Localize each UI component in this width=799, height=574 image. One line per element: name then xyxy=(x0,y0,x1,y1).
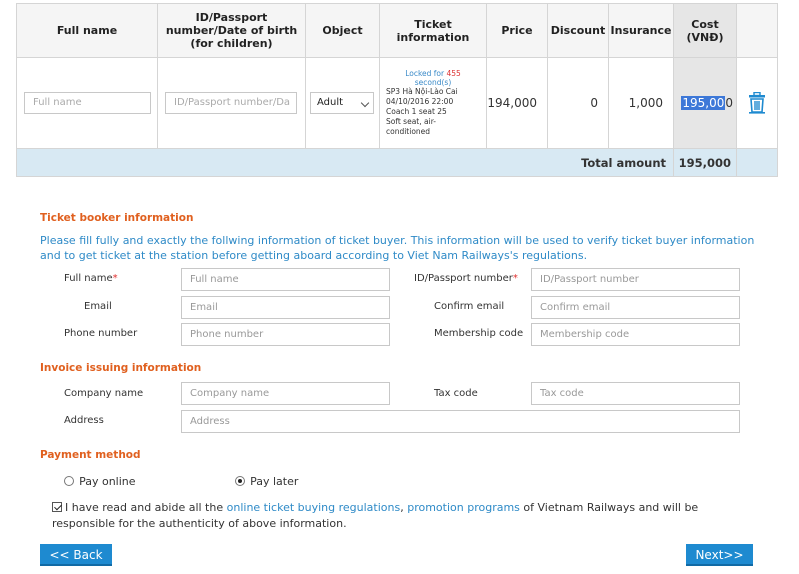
pay-later-option[interactable]: Pay later xyxy=(235,470,298,489)
header-cost-line2: (VNĐ) xyxy=(686,30,724,44)
ticket-table: Full name ID/Passport number/Date of bir… xyxy=(16,3,778,177)
agreement-text: I have read and abide all the online tic… xyxy=(52,500,752,532)
header-full-name: Full name xyxy=(16,3,158,58)
total-row: Total amount 195,000 xyxy=(16,148,778,177)
total-value: 195,000 xyxy=(673,148,737,177)
ticket-train: SP3 Hà Nội-Lào Cai xyxy=(386,87,458,96)
header-cost-line1: Cost xyxy=(691,17,719,31)
payment-section-title: Payment method xyxy=(40,449,141,461)
required-mark: * xyxy=(512,273,518,284)
invoice-section-title: Invoice issuing information xyxy=(40,362,202,374)
agreement-checkbox[interactable] xyxy=(52,502,62,512)
lock-text1: Locked for xyxy=(405,69,445,78)
cell-price: 194,000 xyxy=(486,57,548,149)
lock-timer: Locked for 455 second(s) xyxy=(380,69,486,87)
cost-rest-text: 0 xyxy=(725,96,733,110)
booker-email-label: Email xyxy=(84,301,112,312)
pay-later-radio[interactable] xyxy=(235,475,245,486)
header-id-line1: ID/Passport xyxy=(195,11,268,24)
cell-discount: 0 xyxy=(547,57,609,149)
object-select-value: Adult xyxy=(317,97,344,108)
booker-phone-label: Phone number xyxy=(64,328,138,339)
chevron-down-icon xyxy=(360,98,370,108)
trash-icon[interactable] xyxy=(747,92,767,114)
invoice-address-input[interactable]: Address xyxy=(181,410,740,433)
total-label: Total amount xyxy=(16,148,674,177)
header-id-line2: number/Date of birth xyxy=(165,24,298,37)
ticket-details: SP3 Hà Nội-Lào Cai 04/10/2016 22:00 Coac… xyxy=(380,87,486,137)
invoice-address-label: Address xyxy=(64,415,104,426)
passenger-full-name-input[interactable]: Full name xyxy=(24,92,151,114)
booker-membership-input[interactable]: Membership code xyxy=(531,323,740,346)
back-button[interactable]: << Back xyxy=(40,544,112,566)
cell-ticket-info: Locked for 455 second(s) SP3 Hà Nội-Lào … xyxy=(379,57,487,149)
invoice-tax-label: Tax code xyxy=(434,388,478,399)
invoice-tax-input[interactable]: Tax code xyxy=(531,382,740,405)
cell-id: ID/Passport number/Da xyxy=(157,57,306,149)
header-object: Object xyxy=(305,3,380,58)
header-ticket-info: Ticket information xyxy=(379,3,487,58)
booker-phone-input[interactable]: Phone number xyxy=(181,323,390,346)
regulations-link[interactable]: online ticket buying regulations xyxy=(227,501,401,514)
booker-confirm-email-label: Confirm email xyxy=(434,301,505,312)
cell-full-name: Full name xyxy=(16,57,158,149)
cost-selected-text: 195,00 xyxy=(681,96,726,110)
ticket-seat-type1: Soft seat, air- xyxy=(386,117,436,126)
cell-cost: 195,000 xyxy=(673,57,737,149)
cell-insurance: 1,000 xyxy=(608,57,674,149)
ticket-coach-seat: Coach 1 seat 25 xyxy=(386,107,447,116)
header-discount: Discount xyxy=(547,3,609,58)
pay-online-option[interactable]: Pay online xyxy=(64,470,136,489)
header-ticket-line2: information xyxy=(396,30,470,44)
lock-text2: second(s) xyxy=(414,78,452,87)
ticket-datetime: 04/10/2016 22:00 xyxy=(386,97,454,106)
invoice-company-input[interactable]: Company name xyxy=(181,382,390,405)
pay-later-label[interactable]: Pay later xyxy=(250,475,298,488)
header-delete xyxy=(736,3,778,58)
header-insurance: Insurance xyxy=(608,3,674,58)
booker-confirm-email-input[interactable]: Confirm email xyxy=(531,296,740,319)
booker-description: Please fill fully and exactly the follwi… xyxy=(40,234,755,262)
booker-email-input[interactable]: Email xyxy=(181,296,390,319)
total-empty-cell xyxy=(736,148,778,177)
lock-seconds: 455 xyxy=(446,69,461,78)
table-row: Full name ID/Passport number/Da Adult Lo… xyxy=(16,57,778,149)
booker-membership-label: Membership code xyxy=(434,328,524,339)
next-button[interactable]: Next>> xyxy=(686,544,753,566)
header-cost: Cost (VNĐ) xyxy=(673,3,737,58)
header-id-passport: ID/Passport number/Date of birth (for ch… xyxy=(157,3,306,58)
cell-delete xyxy=(736,57,778,149)
pay-online-label[interactable]: Pay online xyxy=(79,475,135,488)
header-id-line3: (for children) xyxy=(190,37,273,50)
booker-section-title: Ticket booker information xyxy=(40,212,194,224)
booker-id-label: ID/Passport number* xyxy=(414,273,518,284)
booker-full-name-label-text: Full name xyxy=(64,273,113,284)
table-header-row: Full name ID/Passport number/Date of bir… xyxy=(16,3,778,58)
header-price: Price xyxy=(486,3,548,58)
cell-object: Adult xyxy=(305,57,380,149)
promotion-link[interactable]: promotion programs xyxy=(407,501,520,514)
booker-id-input[interactable]: ID/Passport number xyxy=(531,268,740,291)
invoice-company-label: Company name xyxy=(64,388,144,399)
required-mark: * xyxy=(112,273,118,284)
header-ticket-line1: Ticket xyxy=(414,17,452,31)
booker-full-name-input[interactable]: Full name xyxy=(181,268,390,291)
ticket-seat-type2: conditioned xyxy=(386,127,431,136)
pay-online-radio[interactable] xyxy=(64,475,74,486)
booker-id-label-text: ID/Passport number xyxy=(414,273,513,284)
agreement-text1: I have read and abide all the xyxy=(65,501,224,514)
object-select[interactable]: Adult xyxy=(310,92,374,114)
booker-full-name-label: Full name* xyxy=(64,273,118,284)
agreement-comma: , xyxy=(400,501,404,514)
passenger-id-input[interactable]: ID/Passport number/Da xyxy=(165,92,297,114)
